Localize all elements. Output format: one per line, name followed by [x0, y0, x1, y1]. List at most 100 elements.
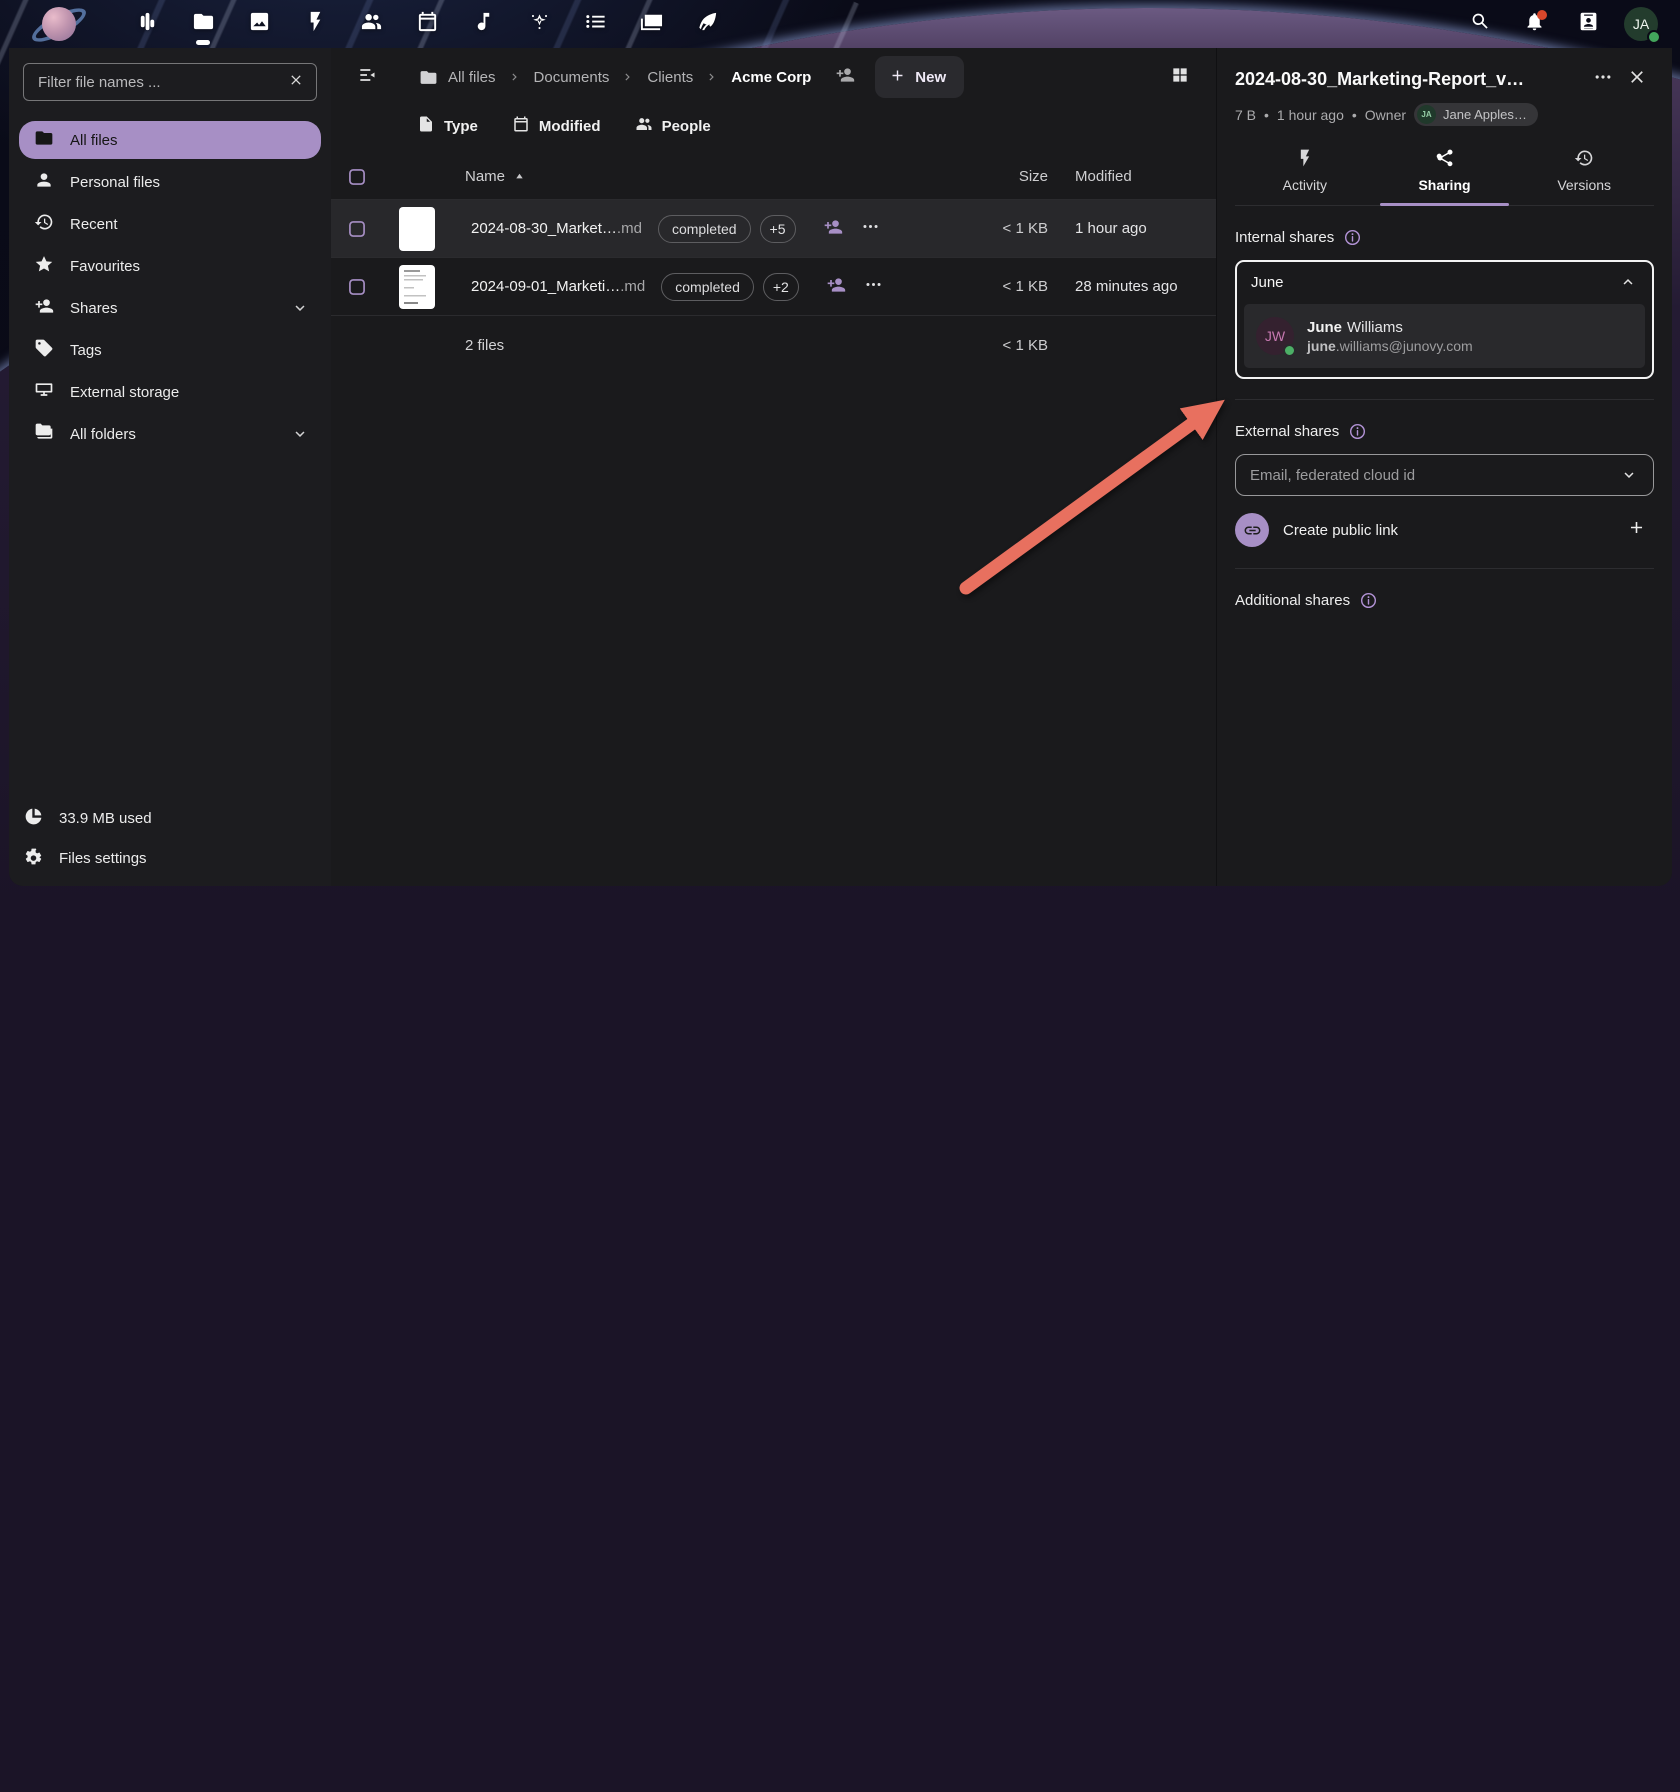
sidebar-item-shares[interactable]: Shares	[19, 289, 321, 327]
filter-chip-people[interactable]: People	[635, 115, 711, 137]
table-summary: 2 files < 1 KB	[331, 316, 1216, 374]
share-search-input[interactable]	[1251, 274, 1612, 291]
user-avatar[interactable]: JA	[1624, 7, 1658, 41]
notifications-button[interactable]	[1512, 2, 1556, 46]
person-plus-icon	[826, 275, 846, 299]
app-assistant[interactable]	[518, 2, 560, 46]
app-tasks[interactable]	[574, 2, 616, 46]
files-settings[interactable]: Files settings	[19, 838, 321, 878]
tag-badge[interactable]: completed	[658, 215, 751, 243]
info-icon[interactable]	[1348, 422, 1367, 441]
tag-badge[interactable]: completed	[661, 273, 754, 301]
grid-view-button[interactable]	[1160, 57, 1200, 97]
sidebar-item-recent[interactable]: Recent	[19, 205, 321, 243]
collapse-sidebar-button[interactable]	[347, 57, 387, 97]
file-name[interactable]: 2024-09-01_Marketi….md	[471, 278, 645, 295]
row-actions-button[interactable]	[854, 212, 888, 246]
quill-icon	[696, 10, 719, 38]
tab-versions[interactable]: Versions	[1514, 140, 1654, 205]
more-tags-badge[interactable]: +2	[763, 273, 799, 301]
table-row[interactable]: 2024-09-01_Marketi….md completed +2 < 1 …	[331, 258, 1216, 316]
storage-usage[interactable]: 33.9 MB used	[19, 798, 321, 838]
file-title: 2024-08-30_Marketing-Report_v…	[1235, 69, 1586, 90]
planet-sphere	[42, 7, 76, 41]
contact-card-icon	[1578, 11, 1599, 37]
chevron-down-icon[interactable]	[1613, 459, 1645, 491]
chevron-up-icon[interactable]	[1612, 266, 1644, 298]
breadcrumb-current-folder[interactable]: Acme Corp	[727, 63, 815, 92]
top-bar: JA	[0, 0, 1680, 48]
column-header-size[interactable]: Size	[940, 168, 1048, 185]
app-activity[interactable]	[294, 2, 336, 46]
people-icon	[360, 10, 383, 38]
sidebar-item-tags[interactable]: Tags	[19, 331, 321, 369]
filter-chip-type[interactable]: Type	[417, 115, 478, 137]
total-size: < 1 KB	[940, 337, 1048, 354]
calendar-icon	[416, 10, 439, 38]
breadcrumb-clients[interactable]: Clients	[643, 63, 697, 92]
breadcrumb-all-files[interactable]: All files	[415, 62, 500, 93]
row-actions-button[interactable]	[857, 270, 891, 304]
info-icon[interactable]	[1359, 591, 1378, 610]
more-tags-badge[interactable]: +5	[760, 215, 796, 243]
link-icon	[1235, 513, 1269, 547]
sidebar-item-external-storage[interactable]: External storage	[19, 373, 321, 411]
app-photos[interactable]	[238, 2, 280, 46]
active-app-indicator	[196, 40, 210, 45]
divider	[1235, 568, 1654, 569]
cash-icon	[640, 10, 663, 38]
search-icon	[1470, 11, 1491, 37]
new-button[interactable]: New	[875, 56, 964, 98]
filter-chip-modified[interactable]: Modified	[512, 115, 601, 137]
sidebar-item-personal-files[interactable]: Personal files	[19, 163, 321, 201]
filter-input[interactable]	[23, 63, 317, 101]
create-public-link-row[interactable]: Create public link	[1235, 512, 1654, 548]
sidebar-item-favourites[interactable]: Favourites	[19, 247, 321, 285]
chevron-down-icon[interactable]	[283, 291, 317, 325]
panel-actions-button[interactable]	[1586, 62, 1620, 96]
search-button[interactable]	[1458, 2, 1502, 46]
share-folder-button[interactable]	[825, 57, 865, 97]
three-dots-icon	[861, 217, 880, 240]
file-name[interactable]: 2024-08-30_Market….md	[471, 220, 642, 237]
app-launcher	[126, 2, 728, 46]
row-checkbox[interactable]	[347, 277, 399, 297]
tab-sharing[interactable]: Sharing	[1375, 140, 1515, 205]
info-icon[interactable]	[1343, 228, 1362, 247]
share-button[interactable]	[819, 270, 853, 304]
nextcloud-logo[interactable]	[30, 2, 86, 46]
close-panel-button[interactable]	[1620, 62, 1654, 96]
row-checkbox[interactable]	[347, 219, 399, 239]
app-files[interactable]	[182, 2, 224, 46]
filter-clear-button[interactable]	[281, 67, 311, 97]
table-row[interactable]: 2024-08-30_Market….md completed +5 < 1 K…	[331, 200, 1216, 258]
app-music[interactable]	[462, 2, 504, 46]
folder-icon	[34, 128, 70, 152]
file-meta-time: 1 hour ago	[1277, 107, 1344, 123]
file-list-area: All files Documents Clients Acme Corp Ne…	[331, 48, 1216, 886]
column-header-modified[interactable]: Modified	[1048, 168, 1216, 185]
app-quill[interactable]	[686, 2, 728, 46]
file-meta-size: 7 B	[1235, 107, 1256, 123]
external-share-input[interactable]	[1250, 467, 1613, 484]
column-header-name[interactable]: Name	[457, 168, 940, 185]
select-all-checkbox[interactable]	[347, 167, 399, 187]
share-suggestion-item[interactable]: JW JuneWilliams june.williams@junovy.com	[1244, 304, 1645, 368]
app-calendar[interactable]	[406, 2, 448, 46]
add-public-link-button[interactable]	[1618, 512, 1654, 548]
contacts-menu-button[interactable]	[1566, 2, 1610, 46]
sidebar-item-all-folders[interactable]: All folders	[19, 415, 321, 453]
app-contacts[interactable]	[350, 2, 392, 46]
filter-field	[23, 63, 317, 101]
internal-shares-heading: Internal shares	[1235, 228, 1654, 247]
chevron-down-icon[interactable]	[283, 417, 317, 451]
breadcrumb-documents[interactable]: Documents	[530, 63, 614, 92]
folder-icon	[192, 10, 215, 38]
share-button[interactable]	[816, 212, 850, 246]
tab-activity[interactable]: Activity	[1235, 140, 1375, 205]
app-money[interactable]	[630, 2, 672, 46]
share-icon	[1435, 148, 1455, 171]
sidebar-item-all-files[interactable]: All files	[19, 121, 321, 159]
app-content: All files Personal files Recent Favourit…	[9, 48, 1672, 886]
app-dashboard[interactable]	[126, 2, 168, 46]
